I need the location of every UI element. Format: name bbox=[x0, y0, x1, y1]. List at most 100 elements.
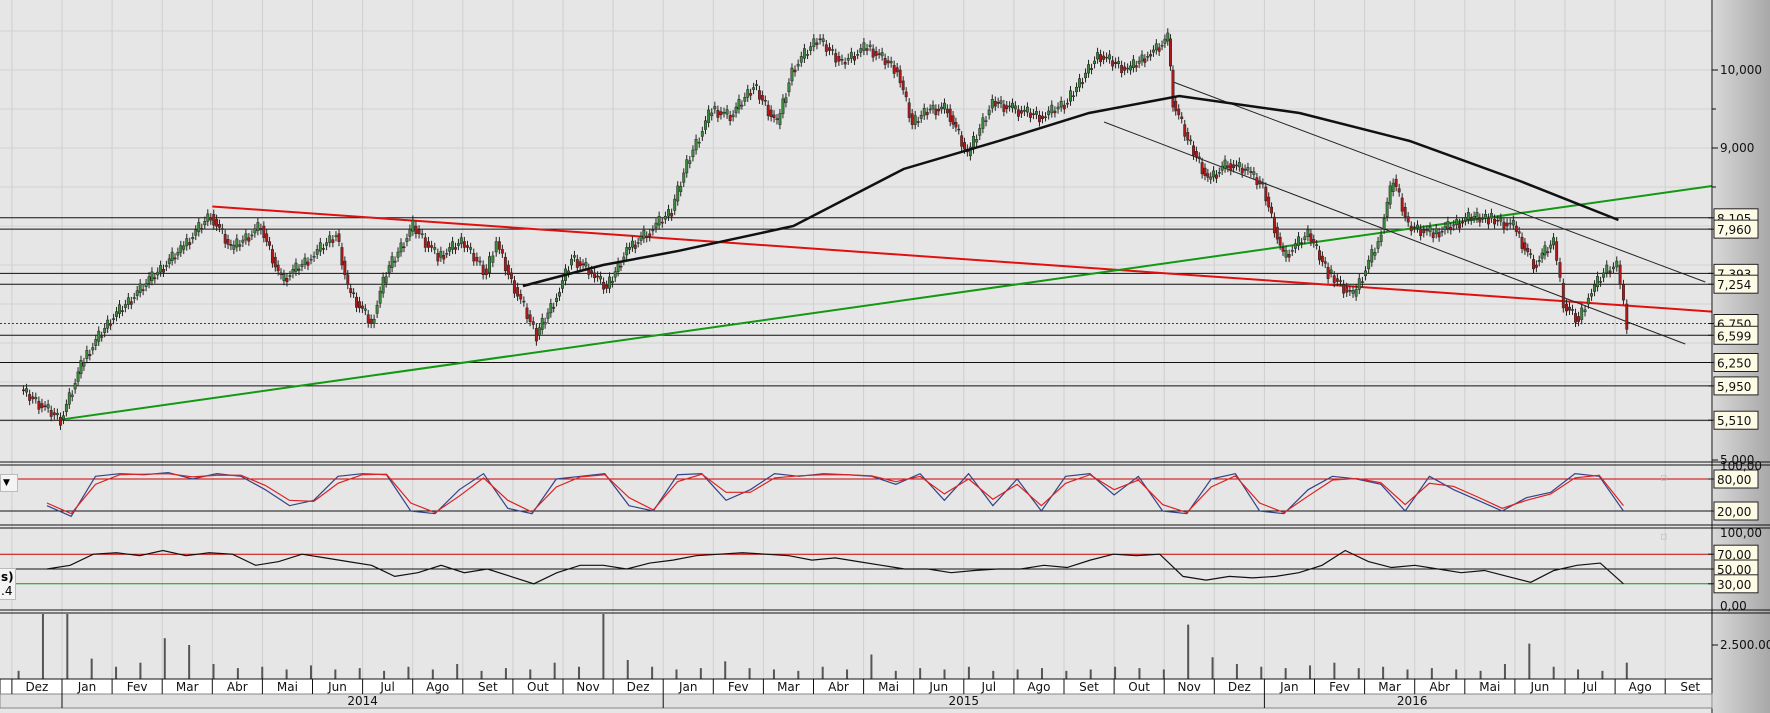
candle bbox=[1180, 116, 1184, 120]
candle bbox=[1300, 242, 1304, 244]
stock-chart[interactable]: ▫ ▫ 8,1057,9607,3937,2546,7506,5996,2505… bbox=[0, 0, 1770, 713]
candle bbox=[1053, 110, 1057, 114]
candle bbox=[593, 272, 597, 279]
candle bbox=[676, 185, 680, 202]
candle bbox=[70, 394, 74, 397]
candle bbox=[549, 303, 553, 314]
candle bbox=[265, 233, 269, 242]
candle bbox=[220, 228, 224, 230]
candle bbox=[1431, 232, 1435, 238]
candle bbox=[1197, 156, 1201, 159]
candle bbox=[743, 97, 747, 102]
candle bbox=[922, 107, 926, 116]
candle bbox=[445, 253, 449, 255]
candle bbox=[1391, 182, 1395, 192]
candle bbox=[118, 304, 121, 314]
candle bbox=[1422, 229, 1426, 234]
volume-bar bbox=[1528, 643, 1531, 679]
candle bbox=[1508, 222, 1512, 225]
candle bbox=[1489, 213, 1493, 219]
candle bbox=[491, 255, 495, 263]
month-label: Dez bbox=[627, 680, 650, 694]
candle bbox=[1217, 171, 1221, 174]
candle bbox=[1303, 236, 1307, 240]
candle bbox=[537, 327, 541, 336]
candle bbox=[162, 269, 165, 273]
indicator-menu-button[interactable]: ▼ bbox=[0, 474, 18, 492]
candle bbox=[916, 121, 920, 123]
volume-bar bbox=[553, 662, 556, 679]
candle bbox=[868, 44, 872, 47]
candle bbox=[540, 317, 544, 330]
candle bbox=[1540, 252, 1544, 259]
candle bbox=[1357, 278, 1361, 290]
candle bbox=[581, 263, 585, 266]
candle bbox=[513, 280, 516, 294]
candle bbox=[129, 301, 133, 305]
candle bbox=[427, 241, 430, 248]
volume-bar bbox=[1089, 669, 1092, 679]
volume-bar bbox=[602, 614, 605, 679]
candle bbox=[1235, 164, 1238, 167]
volume-bar bbox=[41, 614, 44, 679]
candle bbox=[1514, 225, 1518, 232]
candle bbox=[1345, 287, 1349, 293]
candle bbox=[1075, 86, 1078, 93]
candle bbox=[1466, 212, 1470, 220]
candle bbox=[393, 260, 397, 263]
candle bbox=[1154, 43, 1158, 51]
candle bbox=[420, 233, 424, 236]
candle bbox=[46, 404, 50, 409]
level-label: 6,250 bbox=[1717, 357, 1751, 371]
candle bbox=[1117, 61, 1121, 65]
price-tick-label: 9,000 bbox=[1720, 141, 1754, 155]
month-label: Mai bbox=[277, 680, 298, 694]
candle bbox=[1267, 196, 1271, 208]
candle bbox=[802, 48, 806, 59]
candle bbox=[599, 276, 603, 280]
candle bbox=[1038, 114, 1041, 123]
candle bbox=[728, 115, 732, 121]
volume-bar bbox=[407, 666, 410, 679]
candle bbox=[1382, 218, 1386, 230]
candle bbox=[769, 109, 773, 118]
month-label: Out bbox=[527, 680, 549, 694]
volume-bar bbox=[967, 666, 970, 679]
candle bbox=[340, 247, 344, 266]
candle bbox=[346, 274, 350, 285]
candle bbox=[651, 229, 655, 232]
candle bbox=[558, 292, 561, 297]
candle bbox=[85, 350, 89, 359]
candle bbox=[285, 278, 289, 283]
volume-bar bbox=[358, 668, 361, 679]
candle bbox=[115, 311, 118, 317]
candle bbox=[1397, 188, 1401, 193]
candle bbox=[815, 42, 819, 45]
candle bbox=[1574, 313, 1577, 323]
candle bbox=[763, 99, 767, 102]
candle bbox=[685, 159, 689, 174]
candle bbox=[73, 383, 77, 390]
candle bbox=[943, 102, 946, 110]
candle bbox=[156, 271, 160, 276]
candle bbox=[1306, 229, 1310, 237]
candle bbox=[1565, 303, 1568, 312]
candle bbox=[628, 246, 632, 250]
candle bbox=[469, 247, 473, 250]
candle bbox=[106, 319, 110, 329]
candle bbox=[840, 59, 844, 61]
candle bbox=[1016, 109, 1020, 117]
month-label: Abr bbox=[828, 680, 849, 694]
candle bbox=[1093, 60, 1097, 65]
candle bbox=[176, 251, 180, 256]
volume-bar bbox=[1138, 668, 1141, 679]
candle bbox=[525, 307, 529, 319]
candle bbox=[497, 241, 501, 250]
candle bbox=[1517, 231, 1521, 234]
candle bbox=[856, 54, 860, 56]
candle bbox=[1385, 201, 1389, 217]
month-label: Set bbox=[1680, 680, 1700, 694]
candle bbox=[500, 249, 504, 254]
candle bbox=[1246, 167, 1250, 171]
candle bbox=[49, 410, 53, 417]
